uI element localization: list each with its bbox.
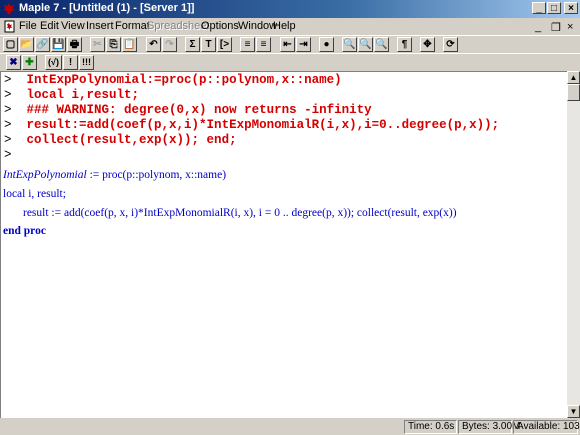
- worksheet[interactable]: > IntExpPolynomial:=proc(p::polynom,x::n…: [0, 71, 567, 418]
- undo-icon[interactable]: ↶: [146, 37, 161, 52]
- menu-insert[interactable]: Insert: [86, 20, 114, 32]
- mdi-close-button[interactable]: ×: [567, 21, 573, 33]
- close-button[interactable]: ×: [564, 2, 578, 14]
- new-icon[interactable]: ▢: [3, 37, 18, 52]
- prompt: >: [4, 133, 12, 147]
- status-time: Time: 0.6s: [404, 420, 457, 434]
- status-available: Available: 103M: [513, 420, 580, 434]
- input-line: > local i,result;: [4, 88, 139, 102]
- menu-options[interactable]: Options: [201, 20, 239, 32]
- insert-math-icon[interactable]: Σ: [185, 37, 200, 52]
- window-title: Maple 7 - [Untitled (1) - [Server 1]]: [19, 2, 195, 14]
- prompt: >: [4, 118, 12, 132]
- execute-all-icon[interactable]: !!!: [79, 55, 94, 70]
- output-proc-name: IntExpPolynomial: [3, 169, 87, 181]
- zoom-150-icon[interactable]: 🔍: [358, 37, 373, 52]
- restart-icon[interactable]: ⟳: [443, 37, 458, 52]
- menu-file[interactable]: File: [19, 20, 37, 32]
- prompt: >: [4, 73, 12, 87]
- prompt: >: [4, 148, 12, 162]
- input-line: > ### WARNING: degree(0,x) now returns -…: [4, 103, 372, 117]
- clear-icon[interactable]: ✖: [6, 55, 21, 70]
- output-line-2: local i, result;: [3, 188, 66, 200]
- scroll-down-icon[interactable]: ▼: [567, 405, 580, 418]
- open-icon[interactable]: 📂: [19, 37, 34, 52]
- execute-icon[interactable]: !: [63, 55, 78, 70]
- execution-group-icon[interactable]: ≡: [240, 37, 255, 52]
- expand-icon[interactable]: ✥: [420, 37, 435, 52]
- prompt: >: [4, 88, 12, 102]
- cut-icon[interactable]: ✂: [90, 37, 105, 52]
- scroll-up-icon[interactable]: ▲: [567, 71, 580, 84]
- maximize-button[interactable]: □: [547, 2, 561, 14]
- input-text[interactable]: local i,result;: [27, 88, 140, 102]
- print-icon[interactable]: 🖶: [67, 37, 82, 52]
- maple-input-icon[interactable]: ✚: [22, 55, 37, 70]
- save-icon[interactable]: 💾: [51, 37, 66, 52]
- input-text[interactable]: IntExpPolynomial:=proc(p::polynom,x::nam…: [27, 73, 342, 87]
- paragraph-marks-icon[interactable]: ¶: [397, 37, 412, 52]
- output-proc-def: := proc(p::polynom, x::name): [86, 169, 227, 181]
- zoom-200-icon[interactable]: 🔍: [374, 37, 389, 52]
- mdi-restore-button[interactable]: ❐: [551, 21, 561, 34]
- insert-text-icon[interactable]: T: [201, 37, 216, 52]
- title-bar: Maple 7 - [Untitled (1) - [Server 1]] _ …: [0, 0, 580, 18]
- section-icon[interactable]: ≡: [256, 37, 271, 52]
- scroll-thumb[interactable]: [567, 84, 580, 101]
- indent-icon[interactable]: ⇥: [296, 37, 311, 52]
- menu-help[interactable]: Help: [273, 20, 296, 32]
- status-bytes: Bytes: 3.00M: [458, 420, 520, 434]
- mdi-minimize-button[interactable]: _: [535, 21, 541, 33]
- paste-icon[interactable]: 📋: [122, 37, 137, 52]
- output-line-1: IntExpPolynomial := proc(p::polynom, x::…: [3, 169, 226, 181]
- input-line: > result:=add(coef(p,x,i)*IntExpMonomial…: [4, 118, 499, 132]
- prompt: >: [4, 103, 12, 117]
- input-text[interactable]: collect(result,exp(x)); end;: [27, 133, 237, 147]
- context-toolbar: ✖ ✚ (√) ! !!!: [0, 53, 580, 72]
- main-toolbar: ▢ 📂 🔗 💾 🖶 ✂ ⎘ 📋 ↶ ↷ Σ T [> ≡ ≡ ⇤ ⇥ ● 🔍 🔍…: [0, 35, 580, 54]
- toggle-math-icon[interactable]: (√): [45, 55, 62, 70]
- menu-bar: File Edit View Insert Format Spreadsheet…: [0, 18, 580, 35]
- menu-format[interactable]: Format: [115, 20, 150, 32]
- vertical-scrollbar[interactable]: ▲ ▼: [567, 71, 580, 418]
- menu-window[interactable]: Window: [238, 20, 277, 32]
- stop-icon[interactable]: ●: [319, 37, 334, 52]
- output-line-3: result := add(coef(p, x, i)*IntExpMonomi…: [23, 207, 457, 219]
- insert-prompt-icon[interactable]: [>: [217, 37, 232, 52]
- output-line-4: end proc: [3, 225, 46, 237]
- menu-edit[interactable]: Edit: [40, 20, 59, 32]
- open-url-icon[interactable]: 🔗: [35, 37, 50, 52]
- copy-icon[interactable]: ⎘: [106, 37, 121, 52]
- zoom-100-icon[interactable]: 🔍: [342, 37, 357, 52]
- redo-icon[interactable]: ↷: [162, 37, 177, 52]
- status-bar: Time: 0.6s Bytes: 3.00M Available: 103M: [0, 418, 580, 435]
- minimize-button[interactable]: _: [532, 2, 546, 14]
- menu-view[interactable]: View: [61, 20, 85, 32]
- outdent-icon[interactable]: ⇤: [280, 37, 295, 52]
- maple-leaf-icon: [3, 3, 15, 15]
- input-line: > IntExpPolynomial:=proc(p::polynom,x::n…: [4, 73, 342, 87]
- input-text[interactable]: ### WARNING: degree(0,x) now returns -in…: [27, 103, 372, 117]
- input-line: >: [4, 148, 27, 162]
- input-line: > collect(result,exp(x)); end;: [4, 133, 237, 147]
- document-icon[interactable]: [3, 20, 16, 33]
- input-text[interactable]: result:=add(coef(p,x,i)*IntExpMonomialR(…: [27, 118, 500, 132]
